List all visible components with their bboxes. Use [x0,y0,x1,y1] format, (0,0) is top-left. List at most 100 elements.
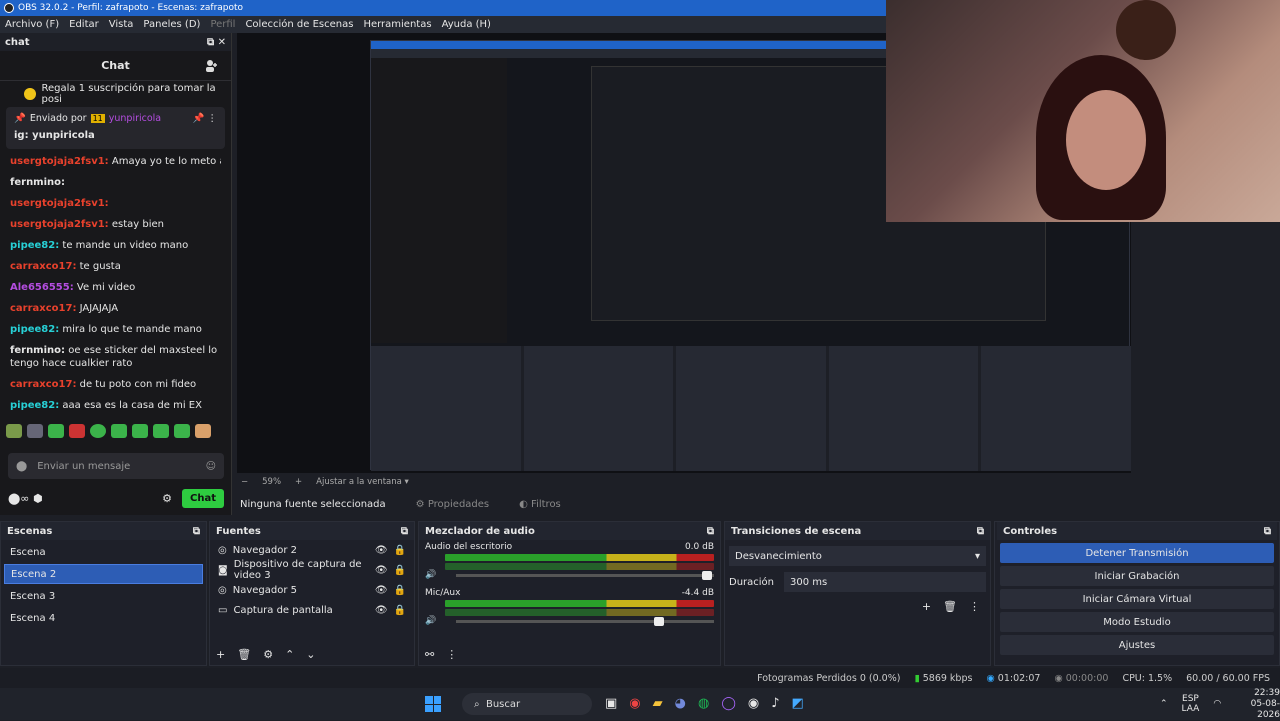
app-icon[interactable]: ◯ [721,696,736,711]
chat-username[interactable]: usergtojaja2fsv1: [10,156,109,167]
chat-send-button[interactable]: Chat [182,488,224,508]
filters-button[interactable]: ◐ Filtros [519,499,561,510]
more-icon[interactable]: ⋮ [446,648,457,661]
menu-herramientas[interactable]: Herramientas [363,19,431,30]
emote-icon[interactable] [132,424,148,438]
emote-icon[interactable] [174,424,190,438]
float-icon[interactable]: ⧉ [207,37,214,48]
chat-badge-icon[interactable]: ⬤ [16,461,27,472]
fit-select[interactable]: Ajustar a la ventana ▾ [316,477,409,487]
chevron-up-icon[interactable]: ⌃ [1160,699,1168,709]
taskbar-search[interactable]: ⌕ Buscar [462,693,592,715]
visibility-icon[interactable]: 👁 [375,565,388,576]
chat-username[interactable]: fernmino: [10,177,65,188]
close-icon[interactable]: ✕ [218,37,226,48]
zoom-in-icon[interactable]: + [295,477,302,487]
emote-icon[interactable] [195,424,211,438]
trash-icon[interactable]: 🗑 [237,648,251,661]
more-icon[interactable]: ⋮ [969,600,980,613]
speaker-icon[interactable]: 🔊 [425,616,436,626]
chat-username[interactable]: usergtojaja2fsv1: [10,198,109,209]
duration-input[interactable]: 300 ms [784,572,986,592]
obs-icon[interactable]: ◉ [748,696,759,711]
emote-icon[interactable] [153,424,169,438]
link-icon[interactable]: ⚯ [425,648,434,661]
visibility-icon[interactable]: 👁 [375,545,388,556]
bits-icon[interactable]: ⬤∞ ⬢ [8,492,43,505]
menu-archivo[interactable]: Archivo (F) [5,19,59,30]
menu-paneles[interactable]: Paneles (D) [143,19,200,30]
chat-username[interactable]: pipee82: [10,400,59,411]
dock-float-icon[interactable]: ⧉ [707,526,714,537]
windows-start-icon[interactable] [425,696,441,712]
emote-icon[interactable] [111,424,127,438]
unpin-icon[interactable]: 📌 ⋮ [193,113,217,124]
users-icon[interactable] [205,59,219,73]
chat-message: usergtojaja2fsv1: estay bien [10,214,221,235]
emote-picker-icon[interactable]: ☺ [206,461,216,472]
chat-username[interactable]: carraxco17: [10,261,76,272]
emote-icon[interactable] [90,424,106,438]
chat-username[interactable]: pipee82: [10,324,59,335]
chrome-icon[interactable]: ◉ [629,696,640,711]
dock-float-icon[interactable]: ⧉ [977,526,984,537]
menu-coleccion[interactable]: Colección de Escenas [245,19,353,30]
virtual-camera-button[interactable]: Iniciar Cámara Virtual [1000,589,1274,609]
settings-icon[interactable]: ⚙ [162,492,172,505]
add-icon[interactable]: + [922,600,931,613]
chat-username[interactable]: fernmino: [10,345,65,356]
lock-icon[interactable]: 🔒 [394,565,406,576]
taskview-icon[interactable]: ▣ [605,696,617,711]
start-recording-button[interactable]: Iniciar Grabación [1000,566,1274,586]
lock-icon[interactable]: 🔒 [394,605,406,616]
trash-icon[interactable]: 🗑 [943,600,957,613]
visibility-icon[interactable]: 👁 [375,585,388,596]
properties-button[interactable]: ⚙ Propiedades [416,499,489,510]
dock-float-icon[interactable]: ⧉ [401,526,408,537]
chat-username[interactable]: carraxco17: [10,379,76,390]
clock[interactable]: 22:39 05-08-2026 [1235,688,1280,721]
volume-slider[interactable] [456,616,714,626]
language-indicator[interactable]: ESP LAA [1182,694,1200,714]
volume-slider[interactable] [456,570,714,580]
menu-ayuda[interactable]: Ayuda (H) [442,19,491,30]
dock-float-icon[interactable]: ⧉ [1264,526,1271,537]
emote-icon[interactable] [6,424,22,438]
zoom-out-icon[interactable]: − [241,477,248,487]
menu-editar[interactable]: Editar [69,19,99,30]
emote-icon[interactable] [48,424,64,438]
studio-mode-button[interactable]: Modo Estudio [1000,612,1274,632]
source-item[interactable]: ▭ Captura de pantalla 👁 🔒 [210,600,414,620]
source-item[interactable]: ◙ Dispositivo de captura de video 3 👁 🔒 [210,559,414,581]
app-icon[interactable]: ◩ [792,696,804,711]
wifi-icon[interactable]: ◠ [1213,699,1221,709]
up-icon[interactable]: ⌃ [285,648,294,661]
lock-icon[interactable]: 🔒 [394,585,406,596]
chat-username[interactable]: pipee82: [10,240,59,251]
chat-input[interactable]: ⬤ Enviar un mensaje ☺ [8,453,224,479]
discord-icon[interactable]: ◕ [675,696,686,711]
stop-stream-button[interactable]: Detener Transmisión [1000,543,1274,563]
folder-icon[interactable]: ▰ [653,696,663,711]
emote-icon[interactable] [27,424,43,438]
gift-banner[interactable]: Regala 1 suscripción para tomar la posi [0,81,231,107]
speaker-icon[interactable]: 🔊 [425,570,436,580]
spotify-icon[interactable]: ◍ [698,696,709,711]
gear-icon[interactable]: ⚙ [263,648,273,661]
down-icon[interactable]: ⌄ [306,648,315,661]
chat-username[interactable]: Ale656555: [10,282,74,293]
lock-icon[interactable]: 🔒 [394,545,406,556]
fps: 60.00 / 60.00 FPS [1186,672,1270,684]
menu-vista[interactable]: Vista [109,19,134,30]
chat-username[interactable]: carraxco17: [10,303,76,314]
settings-button[interactable]: Ajustes [1000,635,1274,655]
visibility-icon[interactable]: 👁 [375,605,388,616]
emote-icon[interactable] [69,424,85,438]
menu-perfil[interactable]: Perfil [210,19,235,30]
clock-date: 05-08-2026 [1250,698,1280,720]
source-item[interactable]: ◎ Navegador 2 👁 🔒 [210,540,414,560]
tiktok-icon[interactable]: ♪ [771,696,779,711]
transition-select[interactable]: Desvanecimiento ▾ [729,546,986,566]
source-item[interactable]: ◎ Navegador 5 👁 🔒 [210,580,414,600]
chat-username[interactable]: usergtojaja2fsv1: [10,219,109,230]
